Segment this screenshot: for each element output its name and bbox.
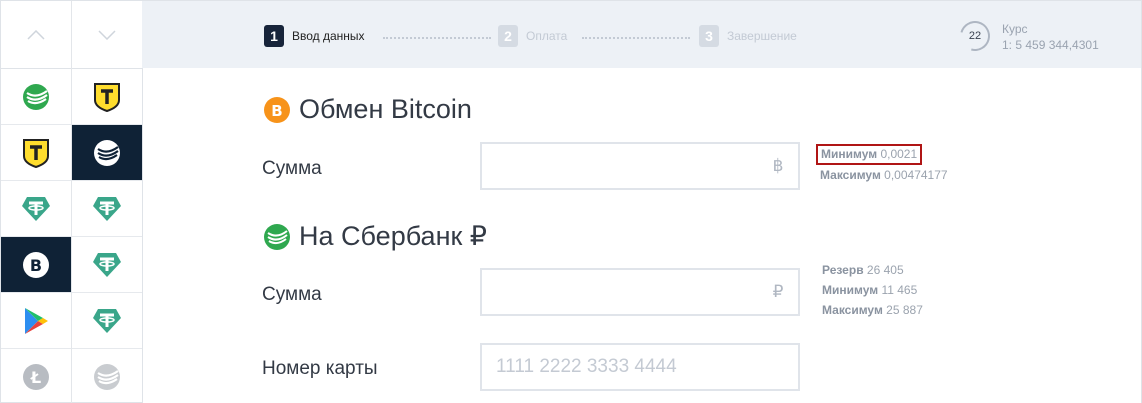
step-1: 1 Ввод данных — [264, 25, 365, 47]
currency-tether[interactable] — [72, 181, 142, 237]
step-divider — [582, 37, 690, 39]
step-2: 2 Оплата — [498, 25, 567, 47]
tether-icon — [22, 196, 50, 221]
currency-tinkoff[interactable] — [72, 69, 142, 125]
get-currency-column — [72, 1, 143, 403]
bitcoin-icon: B — [264, 96, 290, 123]
chevron-down-icon — [98, 29, 116, 40]
tether-icon — [93, 252, 121, 277]
currency-sberbank[interactable] — [1, 69, 71, 125]
reserve-row: Резерв 26 405 — [822, 260, 923, 280]
svg-text:B: B — [271, 102, 282, 120]
chevron-up-icon — [27, 29, 45, 40]
reserve-label: Резерв — [822, 263, 864, 277]
svg-text:B: B — [30, 256, 42, 275]
sberbank-icon — [94, 363, 120, 390]
give-min-label: Минимум — [821, 147, 878, 161]
step-2-label: Оплата — [526, 29, 568, 43]
sberbank-icon — [264, 223, 290, 250]
currency-tether[interactable] — [72, 293, 142, 349]
card-number-field — [480, 343, 800, 391]
tether-icon — [93, 308, 121, 333]
give-min-row: Минимум 0,0021 — [816, 144, 948, 165]
give-currency-column: B Ł — [1, 1, 72, 403]
get-max-label: Максимум — [822, 303, 883, 317]
step-1-number: 1 — [264, 25, 284, 47]
give-amount-field: ฿ — [480, 142, 800, 190]
currency-tether[interactable] — [1, 181, 71, 237]
min-highlight-box: Минимум 0,0021 — [816, 144, 923, 165]
currency-sberbank[interactable] — [72, 125, 142, 181]
timer-value: 22 — [968, 30, 982, 42]
sberbank-icon — [94, 139, 120, 166]
currency-tether[interactable] — [72, 237, 142, 293]
give-section-title: B Обмен Bitcoin — [264, 94, 472, 125]
give-amount-input[interactable] — [482, 144, 758, 188]
svg-text:Ł: Ł — [30, 368, 41, 387]
get-amount-field: ₽ — [480, 268, 800, 316]
bitcoin-currency-icon: ฿ — [772, 156, 784, 175]
give-min-value: 0,0021 — [880, 147, 918, 161]
tether-icon — [93, 196, 121, 221]
exchange-form: B Обмен Bitcoin Сумма ฿ Минимум 0,0021 М… — [142, 68, 1142, 403]
currency-litecoin[interactable]: Ł — [1, 349, 71, 403]
get-min-label: Минимум — [822, 283, 879, 297]
step-3: 3 Завершение — [699, 25, 797, 47]
reserve-value: 26 405 — [866, 263, 904, 277]
step-divider — [383, 37, 491, 39]
exchange-rate: 22 Курс 1: 5 459 344,4301 — [954, 15, 1099, 57]
step-2-number: 2 — [498, 25, 518, 47]
currency-bitcoin[interactable]: B — [1, 237, 71, 293]
ruble-currency-icon: ₽ — [772, 282, 784, 301]
currency-sberbank[interactable] — [72, 349, 142, 403]
litecoin-icon: Ł — [23, 363, 49, 390]
give-max-row: Максимум 0,00474177 — [820, 165, 948, 185]
give-max-label: Максимум — [820, 168, 881, 182]
get-max-value: 25 887 — [886, 303, 923, 317]
bitcoin-icon: B — [23, 251, 49, 278]
get-min-row: Минимум 11 465 — [822, 280, 923, 300]
card-number-label: Номер карты — [262, 358, 378, 379]
tinkoff-icon — [94, 82, 120, 112]
get-title-text: На Сбербанк ₽ — [299, 221, 487, 251]
scroll-up-button[interactable] — [1, 1, 71, 69]
tinkoff-icon — [23, 138, 49, 168]
get-min-value: 11 465 — [881, 283, 918, 297]
give-title-text: Обмен Bitcoin — [299, 94, 472, 124]
get-amount-input[interactable] — [482, 270, 758, 314]
rate-label: Курс — [1002, 22, 1028, 36]
currency-tinkoff[interactable] — [1, 125, 71, 181]
currency-google-play[interactable] — [1, 293, 71, 349]
step-3-label: Завершение — [727, 29, 797, 43]
rate-value: 1: 5 459 344,4301 — [1002, 38, 1099, 52]
rate-text: Курс 1: 5 459 344,4301 — [1002, 21, 1099, 53]
give-amount-label: Сумма — [262, 158, 322, 179]
google-play-icon — [25, 307, 48, 334]
step-3-number: 3 — [699, 25, 719, 47]
get-amount-label: Сумма — [262, 284, 322, 305]
currency-sidebar: B Ł — [0, 0, 143, 403]
card-number-input[interactable] — [482, 345, 798, 389]
get-section-title: На Сбербанк ₽ — [264, 221, 487, 252]
progress-header: 1 Ввод данных 2 Оплата 3 Завершение 22 К… — [142, 0, 1142, 68]
sberbank-icon — [23, 83, 49, 110]
rate-timer: 22 — [954, 15, 996, 57]
get-limits: Резерв 26 405 Минимум 11 465 Максимум 25… — [822, 260, 923, 320]
step-1-label: Ввод данных — [292, 29, 365, 43]
get-max-row: Максимум 25 887 — [822, 300, 923, 320]
scroll-down-button[interactable] — [72, 1, 142, 69]
give-limits: Минимум 0,0021 Максимум 0,00474177 — [816, 144, 948, 185]
give-max-value: 0,00474177 — [884, 168, 948, 182]
